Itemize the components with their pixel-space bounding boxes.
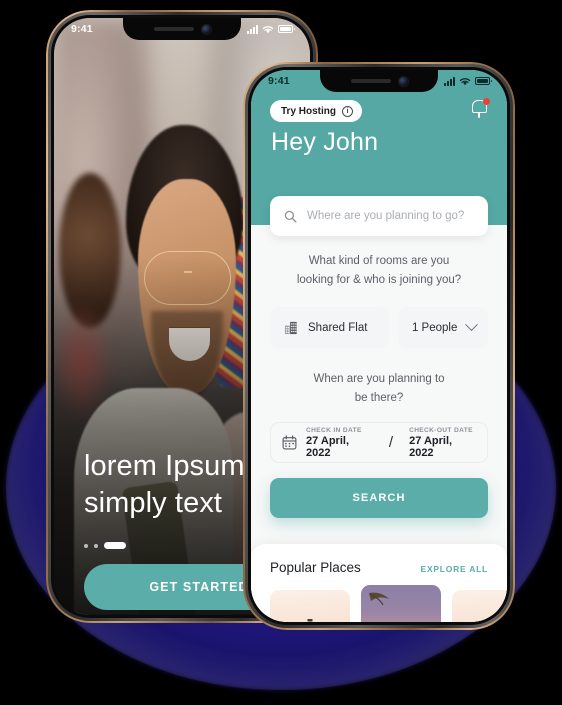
cellular-bars-icon [247, 24, 258, 34]
calendar-icon [282, 435, 297, 450]
search-bar[interactable] [270, 196, 488, 236]
check-in-value: 27 April, 2022 [306, 434, 349, 459]
building-icon [284, 321, 297, 335]
palm-icon [367, 591, 407, 617]
search-button[interactable]: SEARCH [270, 478, 488, 518]
carousel-dot-1[interactable] [84, 543, 88, 548]
people-count-selector[interactable]: 1 People [397, 307, 488, 348]
battery-icon [475, 77, 492, 85]
front-camera-icon [398, 76, 408, 86]
search-icon [284, 210, 297, 223]
dates-question: When are you planning to be there? [313, 373, 445, 404]
cellular-bars-icon [444, 76, 455, 86]
explore-all-link[interactable]: EXPLORE ALL [421, 564, 488, 574]
earpiece-speaker [350, 79, 391, 83]
try-hosting-label: Try Hosting [281, 105, 337, 117]
popular-places-title: Popular Places [270, 560, 361, 575]
check-out-date-field[interactable]: CHECK-OUT DATE 27 April, 2022 [409, 427, 476, 459]
carousel-dot-2[interactable] [94, 543, 98, 548]
rooms-options-row: Shared Flat 1 People [270, 307, 488, 348]
carousel-pagination[interactable] [84, 542, 126, 549]
earpiece-speaker [153, 27, 194, 31]
front-camera-icon [201, 24, 211, 34]
info-icon[interactable]: i [342, 105, 354, 117]
pagoda-icon [485, 618, 499, 622]
popular-places-sheet: Popular Places EXPLORE ALL [251, 544, 507, 622]
wifi-icon [262, 25, 274, 33]
check-in-label: CHECK IN DATE [306, 426, 362, 434]
date-separator: / [388, 434, 394, 451]
popular-places-header: Popular Places EXPLORE ALL [270, 560, 488, 575]
popular-place-card-3[interactable] [452, 590, 507, 622]
front-phone-screen: 9:41 Try Hosting i Hey John Where are yo… [251, 70, 507, 622]
status-time: 9:41 [71, 23, 93, 35]
battery-icon [278, 25, 295, 33]
popular-place-card-2[interactable] [361, 585, 441, 622]
wifi-icon [459, 77, 471, 85]
rooms-question: What kind of rooms are you looking for &… [296, 255, 462, 286]
popular-place-card-1[interactable] [270, 590, 350, 622]
room-type-selector[interactable]: Shared Flat [270, 307, 389, 348]
check-out-value: 27 April, 2022 [409, 434, 453, 459]
front-phone-device: 9:41 Try Hosting i Hey John Where are yo… [243, 62, 515, 630]
people-count-value: 1 People [411, 321, 458, 334]
notification-badge-dot [483, 98, 490, 105]
pagoda-icon [303, 618, 317, 622]
bell-icon[interactable] [470, 98, 490, 120]
carousel-dot-3-active[interactable] [104, 542, 126, 549]
chevron-down-icon [465, 318, 478, 332]
date-range-field[interactable]: CHECK IN DATE 27 April, 2022 / CHECK-OUT… [270, 422, 488, 463]
try-hosting-chip[interactable]: Try Hosting i [270, 100, 363, 122]
search-input[interactable] [307, 210, 474, 222]
status-time: 9:41 [268, 75, 290, 87]
notch [123, 18, 241, 40]
check-out-label: CHECK-OUT DATE [409, 426, 473, 434]
check-in-date-field[interactable]: CHECK IN DATE 27 April, 2022 [306, 427, 373, 459]
greeting-title: Hey John [271, 128, 379, 156]
notch [320, 70, 438, 92]
room-type-value: Shared Flat [308, 321, 368, 334]
screenshot-stage: 9:41 lorem Ipsum simply text GET STARTED… [0, 0, 562, 705]
